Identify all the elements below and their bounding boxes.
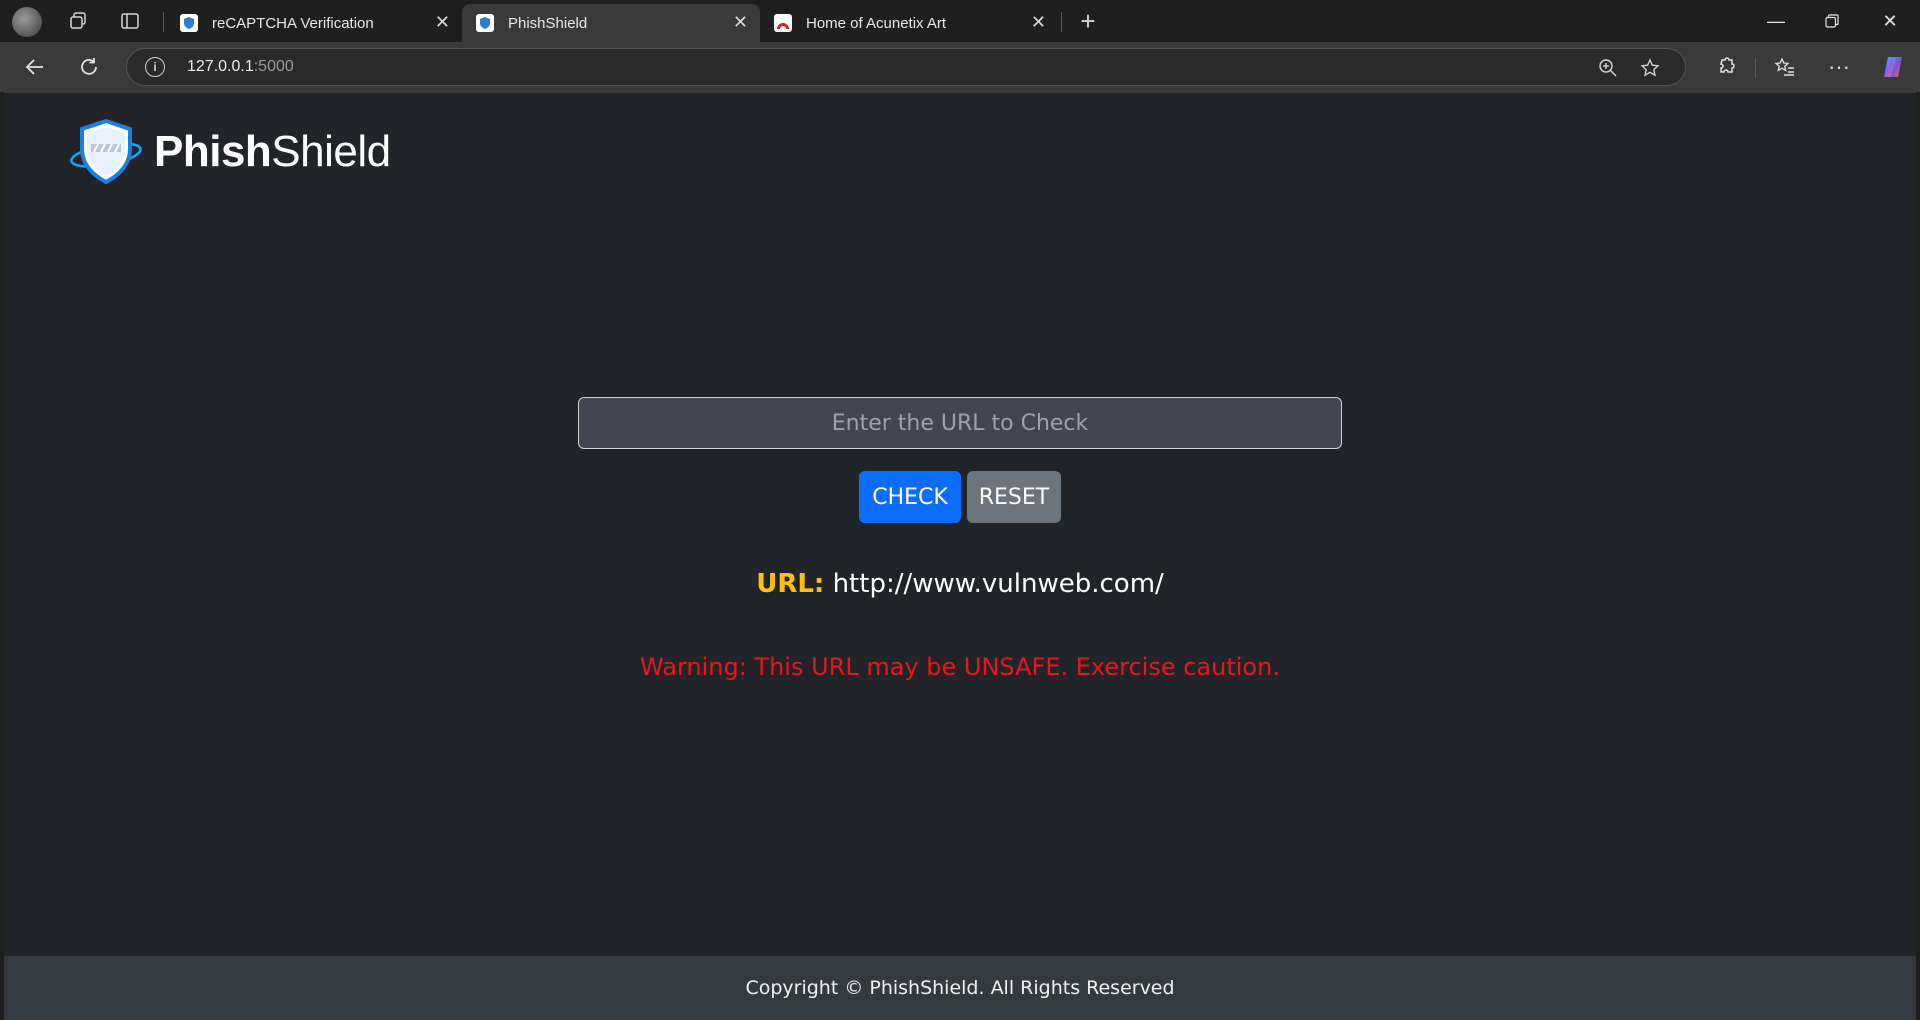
page-viewport: PhishShield CHECK RESET URL: http://www.… <box>4 92 1916 1020</box>
site-info-icon[interactable]: i <box>145 57 165 77</box>
profile-avatar[interactable] <box>12 7 42 37</box>
reload-icon[interactable] <box>72 50 106 84</box>
workspaces-icon[interactable] <box>62 6 94 36</box>
minimize-icon[interactable]: — <box>1748 0 1804 42</box>
reset-button[interactable]: RESET <box>967 471 1061 523</box>
restore-icon[interactable] <box>1804 0 1860 42</box>
back-arrow-icon[interactable] <box>18 50 52 84</box>
page-footer: Copyright © PhishShield. All Rights Rese… <box>4 956 1916 1020</box>
close-tab-icon[interactable]: ✕ <box>435 12 450 33</box>
tab-title: Home of Acunetix Art <box>806 14 947 32</box>
unsafe-warning-message: Warning: This URL may be UNSAFE. Exercis… <box>640 653 1280 681</box>
tab-title: PhishShield <box>508 14 588 32</box>
checked-url: http://www.vulnweb.com/ <box>832 569 1164 599</box>
more-menu-icon[interactable]: ··· <box>1822 50 1856 84</box>
vertical-tabs-icon[interactable] <box>114 6 146 36</box>
favorite-star-icon[interactable] <box>1637 55 1663 81</box>
browser-toolbar: i 127.0.0.1:5000 ··· <box>0 42 1920 92</box>
favorites-list-icon[interactable] <box>1768 50 1802 84</box>
tab-recaptcha[interactable]: reCAPTCHA Verification ✕ <box>166 4 462 42</box>
url-check-input[interactable] <box>578 397 1342 449</box>
browser-tab-bar: reCAPTCHA Verification ✕ PhishShield ✕ H… <box>0 0 1920 42</box>
tab-title: reCAPTCHA Verification <box>212 14 374 32</box>
address-url[interactable]: 127.0.0.1:5000 <box>187 58 294 76</box>
close-tab-icon[interactable]: ✕ <box>733 12 748 33</box>
check-button[interactable]: CHECK <box>859 471 961 523</box>
new-tab-icon[interactable]: + <box>1072 6 1104 36</box>
shield-favicon-icon <box>476 14 494 32</box>
extensions-icon[interactable] <box>1708 50 1742 84</box>
close-tab-icon[interactable]: ✕ <box>1031 12 1046 33</box>
acunetix-favicon-icon <box>774 14 792 32</box>
phishshield-logo[interactable]: PhishShield <box>70 119 391 185</box>
shield-logo-icon <box>70 119 142 185</box>
copyright-text: Copyright © PhishShield. All Rights Rese… <box>745 977 1175 999</box>
url-label: URL: <box>756 569 825 599</box>
close-window-icon[interactable]: ✕ <box>1862 0 1918 42</box>
copilot-icon[interactable] <box>1876 50 1910 84</box>
shield-favicon-icon <box>180 14 198 32</box>
address-bar[interactable]: i 127.0.0.1:5000 <box>126 48 1686 86</box>
tab-phishshield[interactable]: PhishShield ✕ <box>462 4 760 42</box>
logo-wordmark: PhishShield <box>154 127 391 176</box>
zoom-icon[interactable] <box>1595 55 1621 81</box>
result-url-line: URL: http://www.vulnweb.com/ <box>4 569 1916 599</box>
tab-acunetix[interactable]: Home of Acunetix Art ✕ <box>760 4 1058 42</box>
